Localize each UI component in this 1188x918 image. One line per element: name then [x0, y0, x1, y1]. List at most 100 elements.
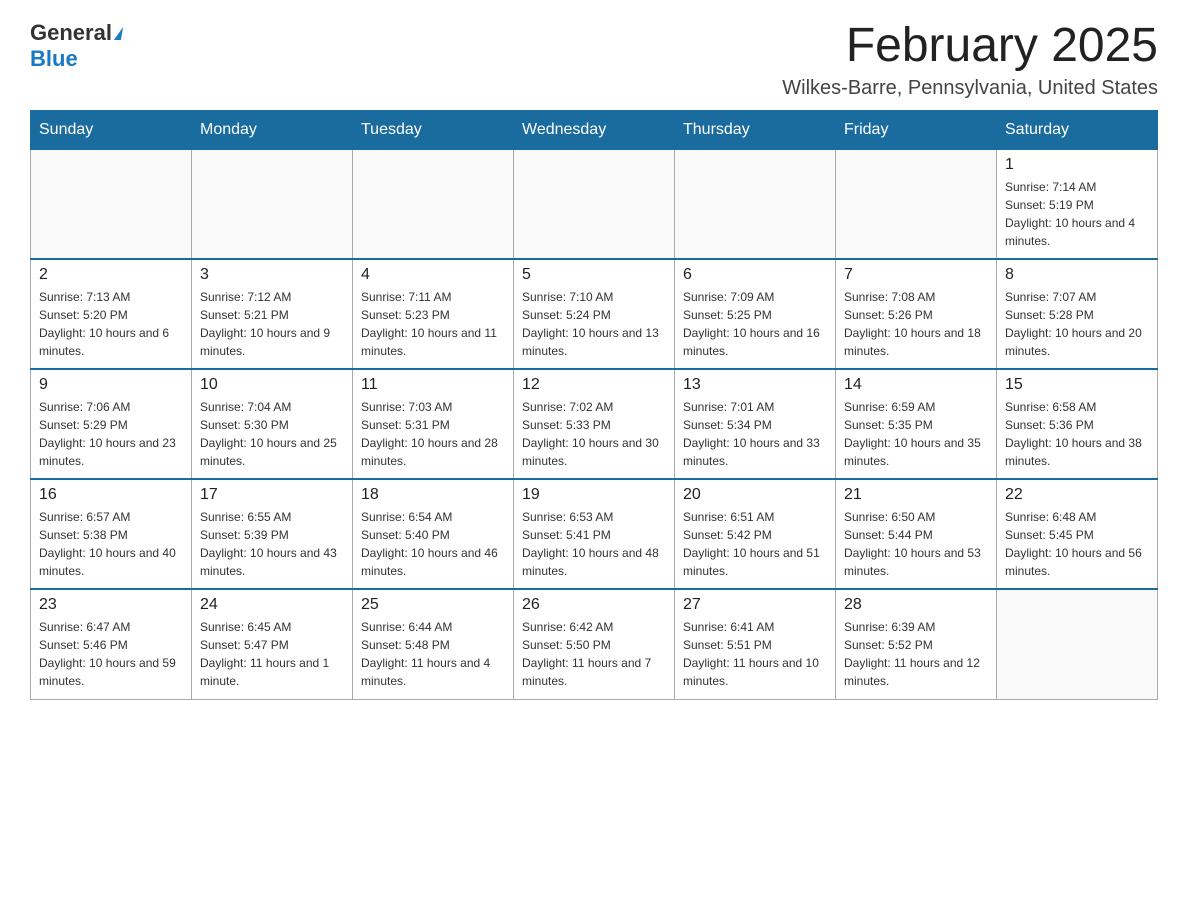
- day-number: 15: [1005, 376, 1149, 394]
- day-number: 4: [361, 266, 505, 284]
- day-number: 20: [683, 486, 827, 504]
- day-info: Sunrise: 7:06 AMSunset: 5:29 PMDaylight:…: [39, 398, 183, 470]
- day-number: 11: [361, 376, 505, 394]
- col-thursday: Thursday: [675, 110, 836, 149]
- day-info: Sunrise: 7:01 AMSunset: 5:34 PMDaylight:…: [683, 398, 827, 470]
- day-number: 2: [39, 266, 183, 284]
- day-info: Sunrise: 7:10 AMSunset: 5:24 PMDaylight:…: [522, 288, 666, 360]
- calendar-cell: 21 Sunrise: 6:50 AMSunset: 5:44 PMDayligh…: [836, 479, 997, 589]
- calendar-cell: 27 Sunrise: 6:41 AMSunset: 5:51 PMDayligh…: [675, 589, 836, 699]
- day-info: Sunrise: 6:59 AMSunset: 5:35 PMDaylight:…: [844, 398, 988, 470]
- month-title: February 2025: [782, 20, 1158, 73]
- day-number: 27: [683, 596, 827, 614]
- calendar-cell: [31, 149, 192, 259]
- day-number: 16: [39, 486, 183, 504]
- day-number: 12: [522, 376, 666, 394]
- day-number: 13: [683, 376, 827, 394]
- day-number: 26: [522, 596, 666, 614]
- day-number: 28: [844, 596, 988, 614]
- day-info: Sunrise: 6:42 AMSunset: 5:50 PMDaylight:…: [522, 618, 666, 690]
- calendar-cell: 3 Sunrise: 7:12 AMSunset: 5:21 PMDaylight…: [192, 259, 353, 369]
- calendar-cell: 4 Sunrise: 7:11 AMSunset: 5:23 PMDaylight…: [353, 259, 514, 369]
- day-info: Sunrise: 7:02 AMSunset: 5:33 PMDaylight:…: [522, 398, 666, 470]
- day-number: 7: [844, 266, 988, 284]
- day-number: 22: [1005, 486, 1149, 504]
- day-info: Sunrise: 7:12 AMSunset: 5:21 PMDaylight:…: [200, 288, 344, 360]
- day-number: 9: [39, 376, 183, 394]
- day-info: Sunrise: 7:08 AMSunset: 5:26 PMDaylight:…: [844, 288, 988, 360]
- calendar-cell: 6 Sunrise: 7:09 AMSunset: 5:25 PMDaylight…: [675, 259, 836, 369]
- logo: General Blue: [30, 20, 122, 72]
- calendar-cell: 2 Sunrise: 7:13 AMSunset: 5:20 PMDaylight…: [31, 259, 192, 369]
- calendar-cell: 12 Sunrise: 7:02 AMSunset: 5:33 PMDayligh…: [514, 369, 675, 479]
- day-number: 14: [844, 376, 988, 394]
- calendar-cell: 20 Sunrise: 6:51 AMSunset: 5:42 PMDayligh…: [675, 479, 836, 589]
- calendar-cell: 8Sunrise: 7:07 AMSunset: 5:28 PMDaylight…: [997, 259, 1158, 369]
- calendar-cell: [836, 149, 997, 259]
- day-info: Sunrise: 7:11 AMSunset: 5:23 PMDaylight:…: [361, 288, 505, 360]
- day-number: 6: [683, 266, 827, 284]
- calendar-cell: 13 Sunrise: 7:01 AMSunset: 5:34 PMDayligh…: [675, 369, 836, 479]
- day-info: Sunrise: 7:04 AMSunset: 5:30 PMDaylight:…: [200, 398, 344, 470]
- col-tuesday: Tuesday: [353, 110, 514, 149]
- day-info: Sunrise: 6:53 AMSunset: 5:41 PMDaylight:…: [522, 508, 666, 580]
- day-info: Sunrise: 7:14 AMSunset: 5:19 PMDaylight:…: [1005, 178, 1149, 250]
- day-info: Sunrise: 6:45 AMSunset: 5:47 PMDaylight:…: [200, 618, 344, 690]
- day-info: Sunrise: 7:03 AMSunset: 5:31 PMDaylight:…: [361, 398, 505, 470]
- day-info: Sunrise: 6:48 AMSunset: 5:45 PMDaylight:…: [1005, 508, 1149, 580]
- calendar-cell: 24 Sunrise: 6:45 AMSunset: 5:47 PMDayligh…: [192, 589, 353, 699]
- calendar-table: Sunday Monday Tuesday Wednesday Thursday…: [30, 110, 1158, 700]
- calendar-cell: 28 Sunrise: 6:39 AMSunset: 5:52 PMDayligh…: [836, 589, 997, 699]
- calendar-cell: [353, 149, 514, 259]
- day-info: Sunrise: 7:13 AMSunset: 5:20 PMDaylight:…: [39, 288, 183, 360]
- day-info: Sunrise: 6:39 AMSunset: 5:52 PMDaylight:…: [844, 618, 988, 690]
- calendar-cell: 7 Sunrise: 7:08 AMSunset: 5:26 PMDaylight…: [836, 259, 997, 369]
- calendar-cell: 23 Sunrise: 6:47 AMSunset: 5:46 PMDayligh…: [31, 589, 192, 699]
- day-info: Sunrise: 6:58 AMSunset: 5:36 PMDaylight:…: [1005, 398, 1149, 470]
- page-header: General Blue February 2025 Wilkes-Barre,…: [30, 20, 1158, 100]
- calendar-cell: [514, 149, 675, 259]
- day-number: 23: [39, 596, 183, 614]
- calendar-cell: 18 Sunrise: 6:54 AMSunset: 5:40 PMDayligh…: [353, 479, 514, 589]
- day-info: Sunrise: 6:47 AMSunset: 5:46 PMDaylight:…: [39, 618, 183, 690]
- day-number: 1: [1005, 156, 1149, 174]
- calendar-cell: 9 Sunrise: 7:06 AMSunset: 5:29 PMDaylight…: [31, 369, 192, 479]
- day-info: Sunrise: 6:44 AMSunset: 5:48 PMDaylight:…: [361, 618, 505, 690]
- day-info: Sunrise: 6:57 AMSunset: 5:38 PMDaylight:…: [39, 508, 183, 580]
- col-monday: Monday: [192, 110, 353, 149]
- logo-general-text: General: [30, 20, 112, 46]
- day-info: Sunrise: 6:51 AMSunset: 5:42 PMDaylight:…: [683, 508, 827, 580]
- calendar-cell: 26 Sunrise: 6:42 AMSunset: 5:50 PMDayligh…: [514, 589, 675, 699]
- day-number: 3: [200, 266, 344, 284]
- calendar-cell: [675, 149, 836, 259]
- day-number: 17: [200, 486, 344, 504]
- day-number: 21: [844, 486, 988, 504]
- calendar-cell: [997, 589, 1158, 699]
- day-info: Sunrise: 6:55 AMSunset: 5:39 PMDaylight:…: [200, 508, 344, 580]
- calendar-cell: 17 Sunrise: 6:55 AMSunset: 5:39 PMDayligh…: [192, 479, 353, 589]
- day-info: Sunrise: 6:41 AMSunset: 5:51 PMDaylight:…: [683, 618, 827, 690]
- day-number: 25: [361, 596, 505, 614]
- day-info: Sunrise: 6:54 AMSunset: 5:40 PMDaylight:…: [361, 508, 505, 580]
- calendar-cell: 16 Sunrise: 6:57 AMSunset: 5:38 PMDayligh…: [31, 479, 192, 589]
- calendar-cell: 25 Sunrise: 6:44 AMSunset: 5:48 PMDayligh…: [353, 589, 514, 699]
- calendar-cell: 15 Sunrise: 6:58 AMSunset: 5:36 PMDayligh…: [997, 369, 1158, 479]
- calendar-cell: 22 Sunrise: 6:48 AMSunset: 5:45 PMDayligh…: [997, 479, 1158, 589]
- day-number: 24: [200, 596, 344, 614]
- col-saturday: Saturday: [997, 110, 1158, 149]
- calendar-cell: [192, 149, 353, 259]
- day-number: 18: [361, 486, 505, 504]
- day-number: 8: [1005, 266, 1149, 284]
- col-friday: Friday: [836, 110, 997, 149]
- day-number: 10: [200, 376, 344, 394]
- day-info: Sunrise: 7:09 AMSunset: 5:25 PMDaylight:…: [683, 288, 827, 360]
- calendar-header-row: Sunday Monday Tuesday Wednesday Thursday…: [31, 110, 1158, 149]
- calendar-cell: 19Sunrise: 6:53 AMSunset: 5:41 PMDayligh…: [514, 479, 675, 589]
- location-title: Wilkes-Barre, Pennsylvania, United State…: [782, 77, 1158, 100]
- day-info: Sunrise: 6:50 AMSunset: 5:44 PMDaylight:…: [844, 508, 988, 580]
- logo-blue-text: Blue: [30, 46, 78, 71]
- col-sunday: Sunday: [31, 110, 192, 149]
- title-block: February 2025 Wilkes-Barre, Pennsylvania…: [782, 20, 1158, 100]
- calendar-cell: 5Sunrise: 7:10 AMSunset: 5:24 PMDaylight…: [514, 259, 675, 369]
- logo-triangle-icon: [114, 27, 123, 40]
